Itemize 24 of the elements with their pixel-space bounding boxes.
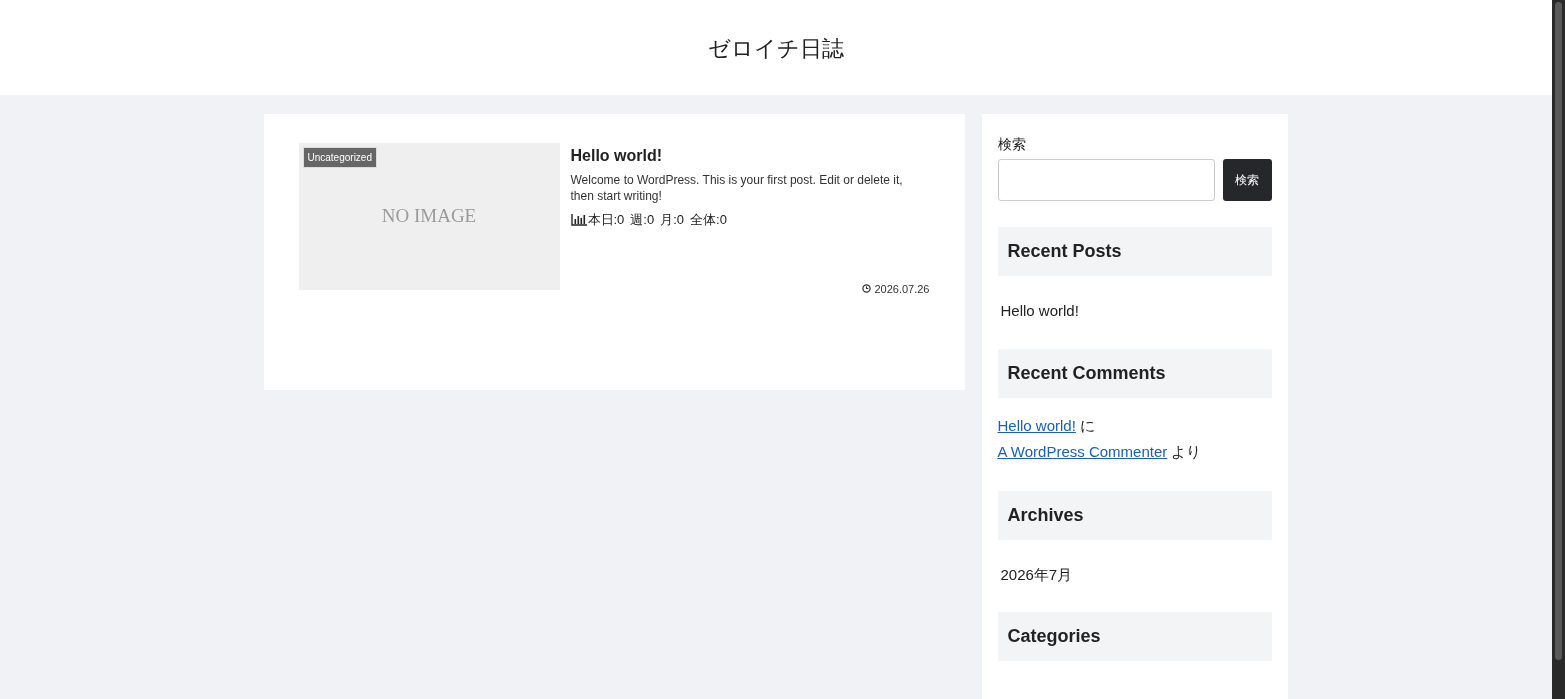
view-count: 本日:0 [587,211,625,229]
widget-heading: Archives [997,490,1272,540]
category-badge[interactable]: Uncategorized [302,147,377,168]
post-excerpt: Welcome to WordPress. This is your first post. Edit or delete it, then start writing! [570,172,904,204]
widget-link[interactable]: Hello world! [1000,300,1269,323]
comment-sentence: Hello world! に A WordPress Commenter より [997,415,1203,462]
search-button[interactable]: 検索 [1222,159,1272,201]
post-title[interactable]: Hello world! [570,144,930,168]
search-field[interactable] [997,159,1215,201]
no-image-text: NO IMAGE [381,204,477,229]
widget-heading: Categories [997,612,1272,661]
widget-link[interactable]: 2026年7月 [1000,563,1269,586]
view-count: 月:0 [660,211,685,229]
widget-heading: Recent Comments [997,348,1272,398]
widget-heading: Recent Posts [997,227,1272,276]
post-date: 2026.07.26 [874,281,930,297]
view-count: 全体:0 [690,211,727,229]
view-count: 週:0 [630,211,655,229]
site-title[interactable]: ゼロイチ日誌 [708,32,844,65]
search-label: 検索 [997,135,1027,154]
bar-chart-icon [570,213,587,226]
author-link[interactable]: A WordPress Commenter [997,442,1168,460]
clock-icon [862,284,872,294]
post-link[interactable]: Hello world! [997,416,1076,434]
